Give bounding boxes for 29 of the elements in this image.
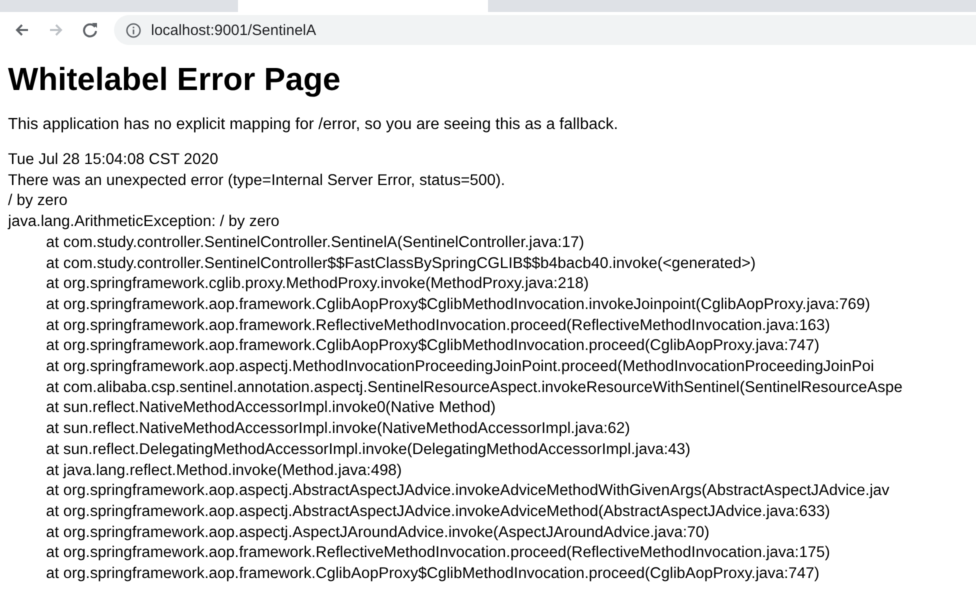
stack-trace-line: at java.lang.reflect.Method.invoke(Method.java:498): [45, 460, 403, 481]
stack-trace-line: at sun.reflect.DelegatingMethodAccessorImpl.invoke(DelegatingMethodAccessorImpl.java:43): [45, 440, 692, 460]
stack-trace-line: at org.springframework.aop.aspectj.AbstractAspectJAdvice.invokeAdviceMethod(AbstractAspectJAdvice.java:633): [45, 502, 831, 522]
stack-trace-line: at com.alibaba.csp.sentinel.annotation.aspectj.SentinelResourceAspect.invokeResourceWithSentinel(SentinelResourceAspe: [45, 378, 904, 398]
back-arrow-icon: [14, 22, 30, 38]
stack-trace-line: at sun.reflect.NativeMethodAccessorImpl.invoke(NativeMethodAccessorImpl.java:62): [45, 419, 632, 440]
stack-trace-line: at org.springframework.aop.aspectj.MethodInvocationProceedingJoinPoint.proceed(MethodInvocationProceedingJoinPoi: [45, 357, 876, 378]
reload-icon: [82, 22, 98, 38]
stack-trace-line: at com.study.controller.SentinelController$$FastClassBySpringCGLIB$$b4bacb40.invoke(<generated>): [45, 254, 757, 274]
stack-trace-line: at com.study.controller.SentinelController.SentinelA(SentinelController.java:17): [45, 232, 586, 253]
error-detail: There was an unexpected error (type=Internal Server Error, status=500).: [8, 170, 506, 191]
error-detail: java.lang.ArithmeticException: / by zero: [8, 212, 280, 232]
stack-trace-line: at org.springframework.aop.aspectj.AspectJAroundAdvice.invoke(AspectJAroundAdvice.java:70): [45, 522, 710, 543]
forward-arrow-icon: [48, 22, 64, 38]
stack-trace-line: at org.springframework.aop.framework.CglibAopProxy$CglibMethodInvocation.invokeJoinpoint(CglibAopProxy.java:769): [45, 294, 872, 315]
error-message: This application has no explicit mapping for /error, so you are seeing this as a fallback.: [8, 116, 620, 134]
stack-trace-line: at org.springframework.cglib.proxy.MethodProxy.invoke(MethodProxy.java:218): [45, 274, 590, 294]
stack-trace-line: at sun.reflect.NativeMethodAccessorImpl.invoke0(Native Method): [45, 398, 497, 418]
stack-trace-line: at org.springframework.aop.framework.CglibAopProxy$CglibMethodInvocation.proceed(CglibAopProxy.java:747): [45, 564, 820, 584]
error-detail: Tue Jul 28 15:04:08 CST 2020: [8, 150, 220, 170]
stack-trace-line: at org.springframework.aop.framework.CglibAopProxy$CglibMethodInvocation.proceed(CglibAopProxy.java:747): [45, 336, 820, 356]
address-bar[interactable]: localhost:9001/SentinelA: [114, 15, 976, 45]
url-text: localhost:9001/SentinelA: [151, 22, 316, 38]
info-icon: [126, 22, 141, 38]
error-detail: / by zero: [8, 191, 68, 212]
stack-trace-line: at org.springframework.aop.framework.ReflectiveMethodInvocation.proceed(ReflectiveMethodInvocation.java:163): [45, 316, 832, 336]
stack-trace-line: at org.springframework.aop.aspectj.AbstractAspectJAdvice.invokeAdviceMethodWithGivenArgs(AbstractAspectJAdvice.jav: [45, 481, 890, 502]
stack-trace-line: at org.springframework.aop.framework.ReflectiveMethodInvocation.proceed(ReflectiveMethodInvocation.java:175): [45, 543, 832, 564]
page-title: Whitelabel Error Page: [8, 61, 342, 98]
